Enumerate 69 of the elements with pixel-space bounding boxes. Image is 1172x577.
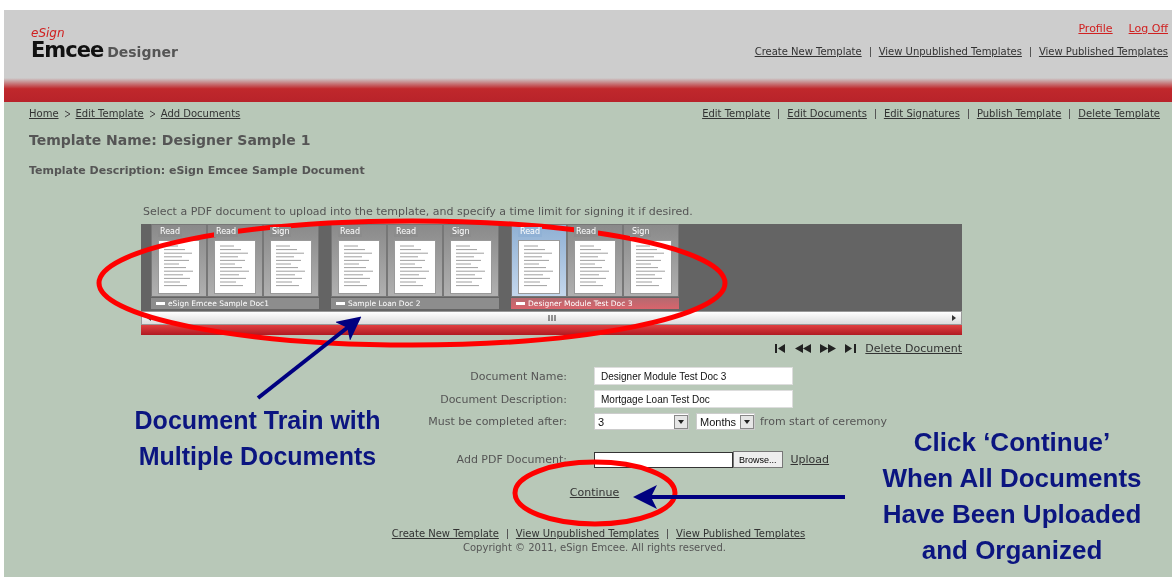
template-name: Template Name: Designer Sample 1	[29, 132, 312, 148]
nav-link[interactable]: Create New Template	[746, 47, 870, 57]
delete-document-link[interactable]: Delete Document	[865, 342, 962, 355]
nav-link[interactable]: View Published Templates	[1029, 47, 1168, 57]
page-thumbnail	[630, 240, 672, 294]
action-link[interactable]: Publish Template	[967, 108, 1070, 119]
footer-link[interactable]: Create New Template	[383, 529, 507, 539]
nav-link[interactable]: View Unpublished Templates	[869, 47, 1030, 57]
fast-forward-icon	[820, 344, 837, 353]
field-label: Add PDF Document:	[456, 453, 567, 466]
action-link[interactable]: Edit Signatures	[874, 108, 968, 119]
instruction-text: Select a PDF document to upload into the template, and specify a time limit for signing it if desired.	[143, 205, 694, 218]
last-icon	[845, 344, 857, 353]
product-name: Designer	[107, 44, 178, 60]
action-link[interactable]: Delete Template	[1069, 108, 1160, 119]
page-label: Read	[158, 227, 183, 237]
page-label: Read	[518, 227, 543, 237]
browse-button[interactable]: Browse...	[733, 451, 783, 468]
page-thumbnail	[574, 240, 616, 294]
count-dropdown[interactable]: 3	[594, 413, 689, 430]
upload-link[interactable]: Upload	[790, 453, 830, 466]
page-thumbnail	[158, 240, 200, 294]
page-thumbnail	[214, 240, 256, 294]
field-label: Must be completed after:	[428, 415, 567, 428]
breadcrumb-link[interactable]: Edit Template	[75, 108, 144, 119]
minus-icon	[516, 301, 525, 306]
chevron-icon	[148, 109, 156, 118]
page-label: Sign	[630, 227, 652, 237]
caret-icon	[740, 414, 754, 429]
template-description: Template Description: eSign Emcee Sample Document	[29, 164, 366, 177]
page-label: Sign	[270, 227, 292, 237]
page-label: Read	[394, 227, 419, 237]
copyright-text: Copyright © 2011, eSign Emcee. All rights reserved.	[463, 542, 726, 553]
grip-icon	[546, 314, 557, 322]
file-path-field[interactable]	[594, 451, 733, 468]
suffix-text: from start of ceremony	[760, 415, 888, 428]
breadcrumb-link[interactable]: Add Documents	[160, 108, 241, 119]
page-thumbnail	[338, 240, 380, 294]
breadcrumb-link[interactable]: Home	[29, 108, 59, 119]
logo-text: Emcee	[31, 39, 104, 61]
minus-icon	[156, 301, 165, 306]
field-label: Document Description:	[440, 392, 567, 406]
action-link[interactable]: Edit Documents	[778, 108, 875, 119]
footer-link[interactable]: View Unpublished Templates	[506, 529, 668, 539]
footer-link[interactable]: View Published Templates	[667, 529, 806, 539]
page-label: Read	[574, 227, 599, 237]
callout-text: Click ‘Continue’ When All Documents Have Been Uploaded and Organized	[881, 427, 1143, 567]
page-label: Read	[214, 227, 239, 237]
page-label: Sign	[450, 227, 472, 237]
page-thumbnail	[450, 240, 492, 294]
logo-text: eSign	[31, 27, 66, 39]
rewind-icon	[795, 344, 812, 353]
chevron-icon	[63, 109, 71, 118]
first-icon	[775, 344, 787, 353]
page-thumbnail	[270, 240, 312, 294]
scroll-right-icon	[950, 314, 958, 322]
action-link[interactable]: Edit Template	[694, 108, 779, 119]
unit-dropdown[interactable]: Months	[696, 413, 755, 430]
page-thumbnail	[518, 240, 560, 294]
continue-link[interactable]: Continue	[569, 486, 620, 499]
page-thumbnail	[394, 240, 436, 294]
caret-icon	[674, 414, 688, 429]
callout-text: Document Train with Multiple Documents	[133, 405, 382, 472]
field-label: Document Name:	[470, 369, 567, 383]
page-label: Read	[338, 227, 363, 237]
minus-icon	[336, 301, 345, 306]
scrollbar[interactable]	[141, 311, 962, 325]
text-field[interactable]: Designer Module Test Doc 3	[594, 367, 793, 385]
text-field[interactable]: Mortgage Loan Test Doc	[594, 390, 793, 408]
